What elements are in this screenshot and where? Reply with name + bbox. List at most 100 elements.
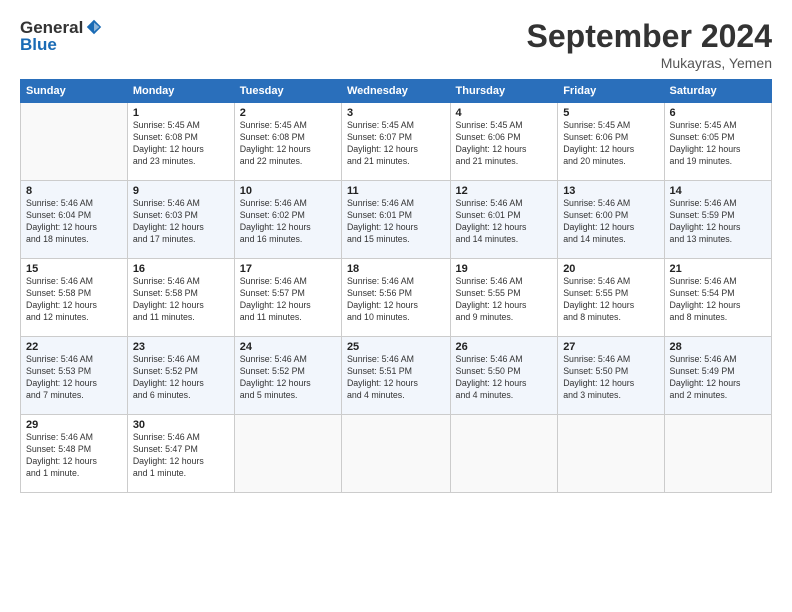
day-info: Sunrise: 5:46 AM Sunset: 5:57 PM Dayligh… <box>240 276 336 324</box>
logo-blue-text: Blue <box>20 35 103 55</box>
day-number: 5 <box>563 107 658 119</box>
day-info: Sunrise: 5:46 AM Sunset: 6:02 PM Dayligh… <box>240 198 336 246</box>
header-saturday: Saturday <box>664 80 771 103</box>
calendar-day-cell: 9Sunrise: 5:46 AM Sunset: 6:03 PM Daylig… <box>127 181 234 259</box>
calendar-day-cell: 20Sunrise: 5:46 AM Sunset: 5:55 PM Dayli… <box>558 259 664 337</box>
day-number: 10 <box>240 185 336 197</box>
day-info: Sunrise: 5:46 AM Sunset: 5:49 PM Dayligh… <box>670 354 766 402</box>
calendar-day-cell: 3Sunrise: 5:45 AM Sunset: 6:07 PM Daylig… <box>341 103 450 181</box>
header-tuesday: Tuesday <box>234 80 341 103</box>
day-number: 20 <box>563 263 658 275</box>
day-info: Sunrise: 5:46 AM Sunset: 6:01 PM Dayligh… <box>456 198 553 246</box>
day-info: Sunrise: 5:46 AM Sunset: 5:52 PM Dayligh… <box>240 354 336 402</box>
calendar-day-cell: 12Sunrise: 5:46 AM Sunset: 6:01 PM Dayli… <box>450 181 558 259</box>
day-number: 14 <box>670 185 766 197</box>
header-monday: Monday <box>127 80 234 103</box>
calendar-day-cell: 2Sunrise: 5:45 AM Sunset: 6:08 PM Daylig… <box>234 103 341 181</box>
day-info: Sunrise: 5:45 AM Sunset: 6:05 PM Dayligh… <box>670 120 766 168</box>
calendar-week-row: 29Sunrise: 5:46 AM Sunset: 5:48 PM Dayli… <box>21 415 772 493</box>
calendar-week-row: 1Sunrise: 5:45 AM Sunset: 6:08 PM Daylig… <box>21 103 772 181</box>
day-number: 3 <box>347 107 445 119</box>
header-sunday: Sunday <box>21 80 128 103</box>
day-number: 26 <box>456 341 553 353</box>
day-number: 28 <box>670 341 766 353</box>
day-info: Sunrise: 5:45 AM Sunset: 6:08 PM Dayligh… <box>240 120 336 168</box>
month-year-title: September 2024 <box>527 18 772 55</box>
day-number: 9 <box>133 185 229 197</box>
day-number: 13 <box>563 185 658 197</box>
day-info: Sunrise: 5:46 AM Sunset: 5:55 PM Dayligh… <box>563 276 658 324</box>
day-number: 8 <box>26 185 122 197</box>
calendar-day-cell: 30Sunrise: 5:46 AM Sunset: 5:47 PM Dayli… <box>127 415 234 493</box>
location-subtitle: Mukayras, Yemen <box>527 55 772 71</box>
calendar-day-cell: 15Sunrise: 5:46 AM Sunset: 5:58 PM Dayli… <box>21 259 128 337</box>
calendar-day-cell: 23Sunrise: 5:46 AM Sunset: 5:52 PM Dayli… <box>127 337 234 415</box>
calendar-day-cell: 11Sunrise: 5:46 AM Sunset: 6:01 PM Dayli… <box>341 181 450 259</box>
calendar-day-cell: 13Sunrise: 5:46 AM Sunset: 6:00 PM Dayli… <box>558 181 664 259</box>
calendar-day-cell: 29Sunrise: 5:46 AM Sunset: 5:48 PM Dayli… <box>21 415 128 493</box>
day-number: 1 <box>133 107 229 119</box>
day-info: Sunrise: 5:46 AM Sunset: 5:54 PM Dayligh… <box>670 276 766 324</box>
day-info: Sunrise: 5:46 AM Sunset: 5:56 PM Dayligh… <box>347 276 445 324</box>
calendar-day-cell: 4Sunrise: 5:45 AM Sunset: 6:06 PM Daylig… <box>450 103 558 181</box>
calendar-page: General Blue September 2024 Mukayras, Ye… <box>0 0 792 612</box>
day-number: 11 <box>347 185 445 197</box>
day-info: Sunrise: 5:45 AM Sunset: 6:06 PM Dayligh… <box>563 120 658 168</box>
calendar-day-cell: 6Sunrise: 5:45 AM Sunset: 6:05 PM Daylig… <box>664 103 771 181</box>
calendar-day-cell: 5Sunrise: 5:45 AM Sunset: 6:06 PM Daylig… <box>558 103 664 181</box>
calendar-header-row: SundayMondayTuesdayWednesdayThursdayFrid… <box>21 80 772 103</box>
calendar-day-cell: 14Sunrise: 5:46 AM Sunset: 5:59 PM Dayli… <box>664 181 771 259</box>
calendar-day-cell: 10Sunrise: 5:46 AM Sunset: 6:02 PM Dayli… <box>234 181 341 259</box>
calendar-week-row: 22Sunrise: 5:46 AM Sunset: 5:53 PM Dayli… <box>21 337 772 415</box>
day-info: Sunrise: 5:45 AM Sunset: 6:08 PM Dayligh… <box>133 120 229 168</box>
day-info: Sunrise: 5:46 AM Sunset: 6:04 PM Dayligh… <box>26 198 122 246</box>
day-info: Sunrise: 5:45 AM Sunset: 6:07 PM Dayligh… <box>347 120 445 168</box>
day-number: 30 <box>133 419 229 431</box>
day-number: 18 <box>347 263 445 275</box>
calendar-day-cell: 19Sunrise: 5:46 AM Sunset: 5:55 PM Dayli… <box>450 259 558 337</box>
day-number: 16 <box>133 263 229 275</box>
day-info: Sunrise: 5:46 AM Sunset: 5:55 PM Dayligh… <box>456 276 553 324</box>
day-number: 22 <box>26 341 122 353</box>
day-number: 29 <box>26 419 122 431</box>
calendar-day-cell: 8Sunrise: 5:46 AM Sunset: 6:04 PM Daylig… <box>21 181 128 259</box>
calendar-day-cell: 21Sunrise: 5:46 AM Sunset: 5:54 PM Dayli… <box>664 259 771 337</box>
calendar-week-row: 15Sunrise: 5:46 AM Sunset: 5:58 PM Dayli… <box>21 259 772 337</box>
day-number: 12 <box>456 185 553 197</box>
day-info: Sunrise: 5:46 AM Sunset: 5:51 PM Dayligh… <box>347 354 445 402</box>
calendar-day-cell: 27Sunrise: 5:46 AM Sunset: 5:50 PM Dayli… <box>558 337 664 415</box>
day-number: 24 <box>240 341 336 353</box>
calendar-day-cell: 26Sunrise: 5:46 AM Sunset: 5:50 PM Dayli… <box>450 337 558 415</box>
header-friday: Friday <box>558 80 664 103</box>
day-info: Sunrise: 5:46 AM Sunset: 6:01 PM Dayligh… <box>347 198 445 246</box>
empty-cell <box>450 415 558 493</box>
calendar-week-row: 8Sunrise: 5:46 AM Sunset: 6:04 PM Daylig… <box>21 181 772 259</box>
day-info: Sunrise: 5:46 AM Sunset: 6:03 PM Dayligh… <box>133 198 229 246</box>
empty-cell <box>664 415 771 493</box>
calendar-day-cell: 18Sunrise: 5:46 AM Sunset: 5:56 PM Dayli… <box>341 259 450 337</box>
header-wednesday: Wednesday <box>341 80 450 103</box>
empty-cell <box>234 415 341 493</box>
day-info: Sunrise: 5:46 AM Sunset: 5:58 PM Dayligh… <box>26 276 122 324</box>
logo: General Blue <box>20 18 103 55</box>
day-info: Sunrise: 5:46 AM Sunset: 5:48 PM Dayligh… <box>26 432 122 480</box>
calendar-day-cell: 16Sunrise: 5:46 AM Sunset: 5:58 PM Dayli… <box>127 259 234 337</box>
empty-cell <box>341 415 450 493</box>
day-info: Sunrise: 5:46 AM Sunset: 5:50 PM Dayligh… <box>563 354 658 402</box>
calendar-day-cell: 1Sunrise: 5:45 AM Sunset: 6:08 PM Daylig… <box>127 103 234 181</box>
calendar-day-cell: 25Sunrise: 5:46 AM Sunset: 5:51 PM Dayli… <box>341 337 450 415</box>
day-number: 2 <box>240 107 336 119</box>
day-info: Sunrise: 5:46 AM Sunset: 5:59 PM Dayligh… <box>670 198 766 246</box>
header-thursday: Thursday <box>450 80 558 103</box>
calendar-day-cell: 28Sunrise: 5:46 AM Sunset: 5:49 PM Dayli… <box>664 337 771 415</box>
day-number: 19 <box>456 263 553 275</box>
day-number: 21 <box>670 263 766 275</box>
logo-icon <box>85 18 103 36</box>
calendar-table: SundayMondayTuesdayWednesdayThursdayFrid… <box>20 79 772 493</box>
day-number: 27 <box>563 341 658 353</box>
empty-cell <box>558 415 664 493</box>
day-info: Sunrise: 5:46 AM Sunset: 5:47 PM Dayligh… <box>133 432 229 480</box>
calendar-day-cell: 24Sunrise: 5:46 AM Sunset: 5:52 PM Dayli… <box>234 337 341 415</box>
day-info: Sunrise: 5:46 AM Sunset: 5:53 PM Dayligh… <box>26 354 122 402</box>
day-number: 15 <box>26 263 122 275</box>
